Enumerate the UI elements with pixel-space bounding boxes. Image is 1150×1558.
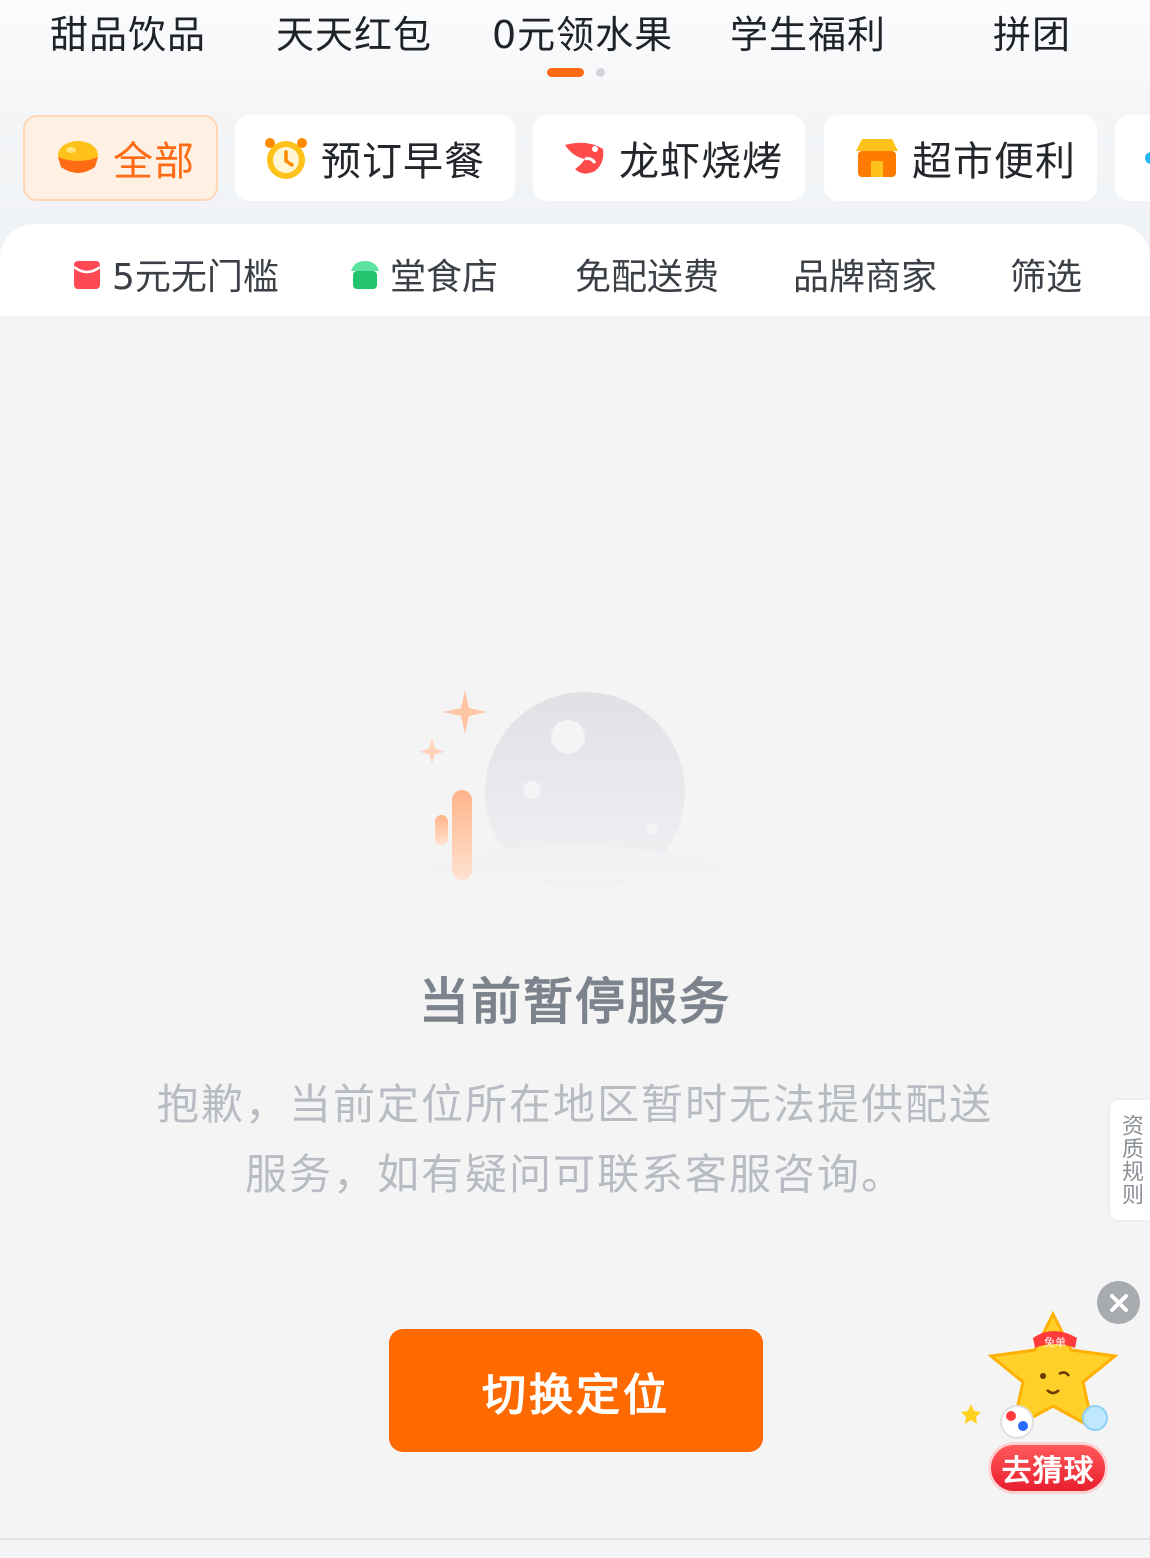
filter-bar: 5元无门槛 堂食店 免配送费 品牌商家 筛选 [0,224,1150,316]
pill-label: 龙虾烧烤 [619,139,783,185]
filter-brand-merchants[interactable]: 品牌商家 [793,248,937,300]
category-student[interactable]: 学生福利 [730,4,886,59]
filter-free-delivery[interactable]: 免配送费 [575,248,719,300]
shop-icon [351,261,379,289]
empty-state-description: 抱歉，当前定位所在地区暂时无法提供配送服务，如有疑问可联系客服咨询。 [156,1080,993,1199]
pill-tab-breakfast[interactable]: 预订早餐 [235,115,515,201]
filter-dine-in[interactable]: 堂食店 [350,248,498,300]
shrimp-icon [565,142,604,174]
filter-label: 5元无门槛 [112,257,279,298]
category-free-fruit[interactable]: 0元领水果 [492,4,673,59]
filter-label: 免配送费 [575,257,720,298]
side-tab-label: 资质规则 [1118,1114,1143,1206]
alarm-clock-icon [265,138,307,179]
category-daily-redpacket[interactable]: 天天红包 [276,4,432,59]
filter-no-threshold[interactable]: 5元无门槛 [72,248,279,300]
mascot-headband-text: 免单 [1044,1335,1066,1349]
app-screen: 甜品饮品 天天红包 0元领水果 学生福利 拼团 全部 预订早餐 龙虾烧烤 超市便… [0,0,1150,1558]
category-group-buy[interactable]: 拼团 [993,4,1071,59]
filter-button[interactable]: 筛选 [1010,248,1082,300]
pager-indicator [596,68,605,77]
empty-state-title: 当前暂停服务 [419,973,731,1031]
pill-tab-crayfish-bbq[interactable]: 龙虾烧烤 [533,115,805,201]
pager-indicator-active [547,68,584,77]
filter-label: 筛选 [1010,257,1083,298]
pill-tab-all[interactable]: 全部 [23,115,218,201]
store-icon [856,139,898,177]
bottom-divider [0,1538,1150,1540]
bowl-icon [58,141,98,173]
qualification-rules-tab[interactable]: 资质规则 [1110,1100,1150,1220]
pill-tab-more[interactable] [1115,115,1150,201]
pill-tab-supermarket[interactable]: 超市便利 [824,115,1097,201]
category-desserts[interactable]: 甜品饮品 [50,4,206,59]
red-packet-icon [73,261,101,289]
partial-pill-icon [1145,152,1150,164]
guess-ball-button[interactable]: 去猜球 [988,1442,1108,1494]
filter-label: 堂食店 [390,257,499,298]
star-mascot-icon[interactable]: 免单 [955,1310,1135,1450]
pill-label: 全部 [113,139,195,185]
pill-label: 超市便利 [912,139,1076,185]
filter-label: 品牌商家 [793,257,938,298]
pill-label: 预订早餐 [321,139,485,185]
empty-moon-illustration [380,690,770,892]
switch-location-button[interactable]: 切换定位 [389,1329,763,1452]
